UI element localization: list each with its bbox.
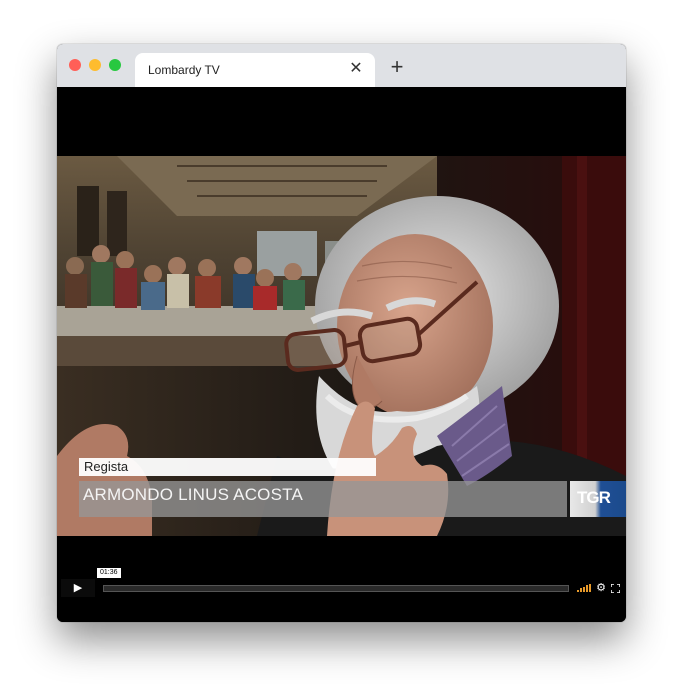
channel-logo: TGR (570, 481, 626, 517)
close-window-button[interactable] (69, 59, 81, 71)
browser-tab[interactable]: Lombardy TV ✕ (135, 53, 375, 87)
time-tooltip: 01:36 (97, 568, 121, 578)
volume-bars-icon[interactable] (577, 584, 591, 592)
browser-window: Lombardy TV ✕ + Regista ARMONDO LINUS AC… (57, 44, 626, 622)
caption-role-bar: Regista (79, 458, 376, 476)
caption-name-bar: ARMONDO LINUS ACOSTA (79, 481, 567, 517)
fullscreen-glyph (609, 583, 621, 594)
caption-name: ARMONDO LINUS ACOSTA (83, 485, 303, 504)
play-button[interactable]: ▶ (61, 579, 95, 597)
progress-bar[interactable] (103, 585, 569, 592)
player-controls: ▶ 01:36 ⚙ (61, 568, 621, 597)
fullscreen-icon[interactable] (609, 579, 621, 597)
minimize-window-button[interactable] (89, 59, 101, 71)
video-player[interactable]: Regista ARMONDO LINUS ACOSTA TGR (57, 156, 626, 536)
tab-title: Lombardy TV (148, 63, 220, 77)
channel-logo-text: TGR (577, 488, 611, 507)
page-content: Regista ARMONDO LINUS ACOSTA TGR ▶ 01:36… (57, 87, 626, 622)
caption-role: Regista (84, 459, 129, 474)
title-bar: Lombardy TV ✕ + (57, 44, 626, 87)
video-frame-image (57, 156, 626, 536)
gear-icon[interactable]: ⚙ (595, 579, 607, 597)
close-tab-icon[interactable]: ✕ (346, 59, 366, 79)
maximize-window-button[interactable] (109, 59, 121, 71)
new-tab-button[interactable]: + (387, 56, 407, 78)
